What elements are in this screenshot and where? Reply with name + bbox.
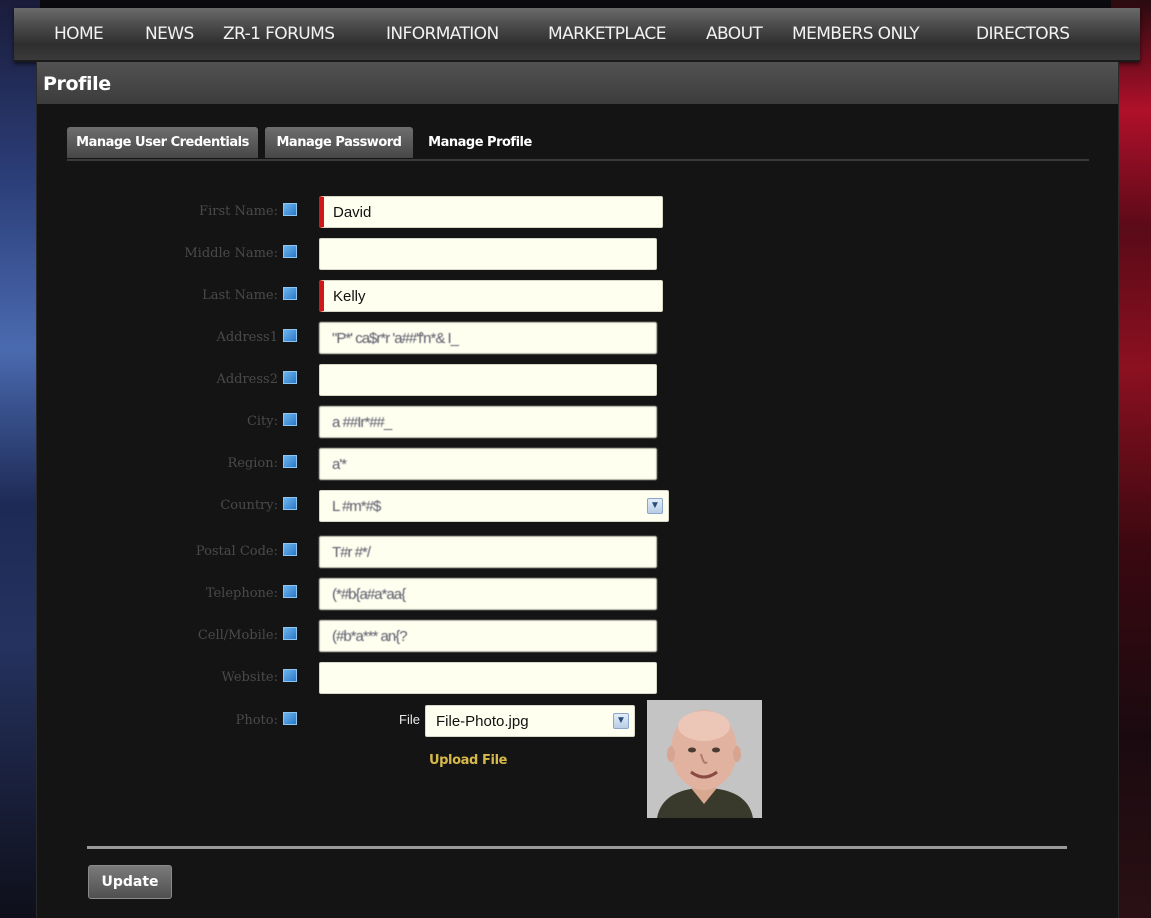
help-icon[interactable] [283,712,297,725]
content-panel: Profile Manage User Credentials Manage P… [36,62,1119,918]
row-address1: Address1 "P*' ca$r*r 'a##'f'n*& I_ [37,322,1118,356]
country-select-value: L #m*#$ [332,498,381,515]
tab-manage-profile[interactable]: Manage Profile [419,127,541,158]
website-input[interactable] [319,662,657,694]
nav-home[interactable]: HOME [54,24,104,44]
row-city: City: a ##Ir*##_ [37,406,1118,440]
form-divider [87,846,1067,849]
address2-label: Address2 [216,372,278,387]
row-postal-code: Postal Code: T#r #*/ [37,536,1118,570]
help-icon[interactable] [283,669,297,682]
cell-mobile-input[interactable]: (#b*a*** an{? [319,620,657,652]
first-name-input[interactable]: David [319,196,663,228]
nav-news[interactable]: NEWS [145,24,194,44]
help-icon[interactable] [283,245,297,258]
file-select-value: File-Photo.jpg [436,713,529,730]
last-name-input[interactable]: Kelly [319,280,663,312]
row-cell-mobile: Cell/Mobile: (#b*a*** an{? [37,620,1118,654]
profile-photo [647,700,762,818]
help-icon[interactable] [283,455,297,468]
help-icon[interactable] [283,413,297,426]
help-icon[interactable] [283,497,297,510]
country-select[interactable]: L #m*#$ ▼ [319,490,669,522]
nav-information[interactable]: INFORMATION [386,24,499,44]
row-first-name: First Name: David [37,196,1118,230]
row-telephone: Telephone: (*#b{a#a*aa{ [37,578,1118,612]
row-region: Region: a'* [37,448,1118,482]
nav-zr1-forums[interactable]: ZR-1 FORUMS [223,24,335,44]
help-icon[interactable] [283,371,297,384]
help-icon[interactable] [283,543,297,556]
row-middle-name: Middle Name: [37,238,1118,272]
main-navbar: HOME NEWS ZR-1 FORUMS INFORMATION MARKET… [14,8,1140,62]
region-input[interactable]: a'* [319,448,657,480]
address1-label: Address1 [216,330,278,345]
help-icon[interactable] [283,203,297,216]
city-input[interactable]: a ##Ir*##_ [319,406,657,438]
middle-name-label: Middle Name: [184,246,278,261]
middle-name-input[interactable] [319,238,657,270]
help-icon[interactable] [283,287,297,300]
first-name-label: First Name: [199,204,278,219]
address1-input[interactable]: "P*' ca$r*r 'a##'f'n*& I_ [319,322,657,354]
postal-code-input[interactable]: T#r #*/ [319,536,657,568]
website-label: Website: [221,670,278,685]
update-button[interactable]: Update [88,865,172,899]
upload-file-link[interactable]: Upload File [429,753,507,768]
help-icon[interactable] [283,585,297,598]
row-photo: Photo: File File-Photo.jpg ▼ Upload File [37,700,1118,835]
region-label: Region: [227,456,278,471]
page-title: Profile [43,73,111,95]
country-label: Country: [220,498,278,513]
nav-directors[interactable]: DIRECTORS [976,24,1070,44]
city-label: City: [246,414,278,429]
row-last-name: Last Name: Kelly [37,280,1118,314]
address2-input[interactable] [319,364,657,396]
cell-mobile-label: Cell/Mobile: [197,628,278,643]
telephone-input[interactable]: (*#b{a#a*aa{ [319,578,657,610]
tab-manage-user-credentials[interactable]: Manage User Credentials [67,127,258,158]
telephone-label: Telephone: [205,586,278,601]
background-left [0,0,40,918]
profile-header: Profile [37,62,1118,104]
row-website: Website: [37,662,1118,696]
row-country: Country: L #m*#$ ▼ [37,490,1118,524]
chevron-down-icon[interactable]: ▼ [647,498,663,514]
tab-bar: Manage User Credentials Manage Password … [67,127,1089,162]
file-label: File [399,712,420,727]
photo-label: Photo: [235,713,278,728]
nav-marketplace[interactable]: MARKETPLACE [548,24,666,44]
help-icon[interactable] [283,329,297,342]
tab-divider [67,159,1089,161]
tab-manage-password[interactable]: Manage Password [265,127,413,158]
help-icon[interactable] [283,627,297,640]
chevron-down-icon[interactable]: ▼ [613,713,629,729]
last-name-label: Last Name: [202,288,278,303]
nav-about[interactable]: ABOUT [706,24,763,44]
row-address2: Address2 [37,364,1118,398]
file-select[interactable]: File-Photo.jpg ▼ [425,705,635,737]
nav-members-only[interactable]: MEMBERS ONLY [792,24,920,44]
postal-code-label: Postal Code: [195,544,278,559]
